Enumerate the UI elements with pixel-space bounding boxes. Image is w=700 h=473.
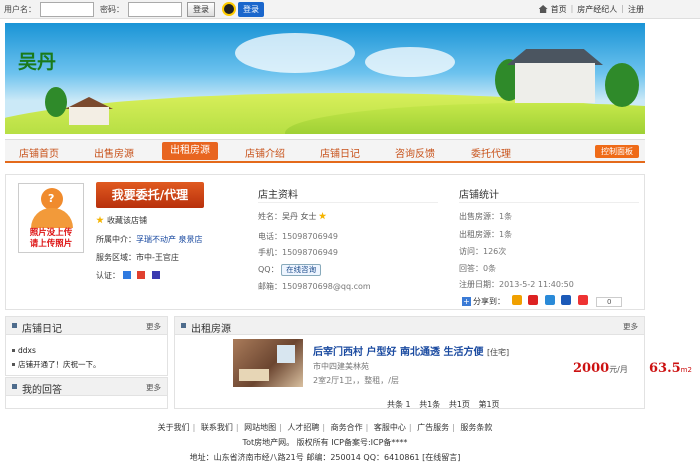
- footer-link-contact[interactable]: 联系我们: [201, 423, 233, 432]
- answers-title: 我的回答: [22, 385, 62, 396]
- pagination: 共条 1 共1条 共1页 第1页: [387, 400, 500, 409]
- phone-cert-icon[interactable]: [151, 271, 160, 279]
- footer-link-service[interactable]: 客服中心: [374, 423, 406, 432]
- answers-box: 我的回答 更多: [5, 377, 168, 409]
- list-item[interactable]: 店铺开通了！庆祝一下。: [12, 359, 101, 370]
- share-bar: + 分享到： 0: [462, 295, 623, 307]
- listing-title[interactable]: 后宰门西村 户型好 南北通透 生活方便 [住宅]: [313, 343, 509, 358]
- listing-thumbnail[interactable]: [233, 339, 303, 387]
- listing-detail: 2室2厅1卫，，整租，/层: [313, 376, 399, 385]
- weibo-icon[interactable]: [528, 295, 539, 305]
- service-area-row: 服务区域：市中-王官庄: [96, 253, 179, 262]
- renren-icon[interactable]: [561, 295, 572, 305]
- nav-for-rent[interactable]: 出租房源: [162, 142, 218, 160]
- avatar[interactable]: ? 照片没上传 请上传照片: [18, 183, 84, 253]
- online-consult-button[interactable]: 在线咨询: [281, 264, 322, 276]
- top-links: 首页 | 房产经纪人 | 注册: [535, 4, 648, 15]
- diary-title: 店铺日记: [22, 324, 62, 335]
- diary-more-link[interactable]: 更多: [146, 321, 161, 332]
- share-plus-icon[interactable]: +: [462, 297, 471, 306]
- rent-box: 出租房源 更多 后宰门西村 户型好 南北通透 生活方便 [住宅] 市中四建美林苑…: [174, 316, 692, 409]
- shop-name: 吴丹: [18, 51, 57, 73]
- qzone-icon[interactable]: [511, 295, 522, 305]
- stat-visits: 访问：126次: [459, 247, 507, 256]
- qq-login-button[interactable]: 登录: [238, 2, 264, 17]
- rent-more-link[interactable]: 更多: [623, 321, 638, 332]
- owner-mobile: 手机：15098706949: [258, 248, 338, 257]
- license-cert-icon[interactable]: [137, 271, 146, 279]
- home-link[interactable]: 首页: [535, 4, 571, 15]
- tencent-weibo-icon[interactable]: [544, 295, 555, 305]
- nav-for-sale[interactable]: 出售房源: [94, 145, 134, 160]
- stat-sale: 出售房源：1条: [459, 212, 513, 221]
- footer-link-about[interactable]: 关于我们: [158, 423, 190, 432]
- login-button[interactable]: 登录: [187, 2, 215, 17]
- id-cert-icon[interactable]: [122, 271, 131, 279]
- register-link[interactable]: 注册: [624, 4, 648, 15]
- agent-link[interactable]: 房产经纪人: [573, 4, 621, 15]
- footer-links: 关于我们 | 联系我们 | 网站地图 | 人才招聘 | 商务合作 | 客服中心 | 广告服务…: [157, 423, 493, 432]
- kaixin-icon[interactable]: [577, 295, 588, 305]
- footer-link-sitemap[interactable]: 网站地图: [244, 423, 276, 432]
- nav-delegate[interactable]: 委托代理: [471, 145, 511, 160]
- shop-nav: 店铺首页 出售房源 出租房源 店铺介绍 店铺日记 咨询反馈 委托代理 控制面板: [5, 139, 645, 163]
- home-icon: [538, 5, 548, 13]
- shop-banner: 吴丹: [5, 23, 645, 134]
- password-label: 密码：: [100, 5, 124, 14]
- agency-row: 所属中介：孚瑞不动产 泉景店: [96, 235, 203, 244]
- stat-reg-date: 注册日期：2013-5-2 11:40:50: [459, 280, 574, 289]
- listing-area: 63.5m2: [649, 361, 692, 376]
- qq-icon[interactable]: [222, 2, 236, 16]
- nav-shop-intro[interactable]: 店铺介绍: [245, 145, 285, 160]
- house-small: [69, 107, 109, 125]
- list-item[interactable]: ddxs: [12, 346, 36, 355]
- login-bar: 用户名： 密码： 登录 登录 首页 | 房产经纪人 | 注册: [0, 0, 700, 19]
- nav-shop-diary[interactable]: 店铺日记: [320, 145, 360, 160]
- owner-email: 邮箱：1509870698@qq.com: [258, 282, 371, 291]
- footer-link-ads[interactable]: 广告服务: [417, 423, 449, 432]
- stat-rent: 出租房源：1条: [459, 230, 513, 239]
- owner-name: 姓名：吴丹 女士: [258, 211, 330, 222]
- star-icon: [96, 216, 104, 224]
- listing-location: 市中四建美林苑: [313, 362, 369, 371]
- nav-feedback[interactable]: 咨询反馈: [395, 145, 435, 160]
- diary-box: 店铺日记 更多 ddxs 店铺开通了！庆祝一下。: [5, 316, 168, 376]
- favorite-link[interactable]: 收藏该店铺: [96, 215, 147, 226]
- owner-title: 店主资料: [258, 190, 298, 201]
- footer-copyright: Tot房地产网。 版权所有 ICP备案号:ICP备****: [242, 438, 408, 447]
- nav-shop-home[interactable]: 店铺首页: [19, 145, 59, 160]
- stat-replies: 回答：0条: [459, 264, 497, 273]
- footer-link-terms[interactable]: 服务条款: [460, 423, 492, 432]
- share-count: 0: [596, 297, 623, 307]
- answers-more-link[interactable]: 更多: [146, 382, 161, 393]
- cert-row: 认证：: [96, 270, 164, 281]
- footer-address: 地址：山东省济南市经八路21号 邮编：250014 QQ：6410861 [在线…: [189, 453, 461, 462]
- username-label: 用户名：: [4, 5, 36, 14]
- control-panel-button[interactable]: 控制面板: [595, 145, 639, 158]
- delegate-button[interactable]: 我要委托/代理: [96, 182, 204, 208]
- password-input[interactable]: [128, 2, 182, 17]
- page: 用户名： 密码： 登录 登录 首页 | 房产经纪人 | 注册 吴丹 店铺首页 出…: [0, 0, 700, 473]
- star-icon: [318, 212, 327, 220]
- listing-price: 2000元/月: [573, 361, 628, 376]
- rent-title: 出租房源: [191, 324, 231, 335]
- agency-link[interactable]: 孚瑞不动产 泉景店: [136, 235, 203, 244]
- villa: [515, 63, 595, 103]
- username-input[interactable]: [40, 2, 94, 17]
- footer-link-business[interactable]: 商务合作: [331, 423, 363, 432]
- stats-title: 店铺统计: [459, 190, 499, 201]
- owner-phone: 电话：15098706949: [258, 232, 338, 241]
- owner-qq: QQ： 在线咨询: [258, 264, 322, 276]
- footer-link-jobs[interactable]: 人才招聘: [287, 423, 319, 432]
- shop-info-panel: ? 照片没上传 请上传照片 我要委托/代理 收藏该店铺 所属中介：孚瑞不动产 泉…: [5, 174, 645, 310]
